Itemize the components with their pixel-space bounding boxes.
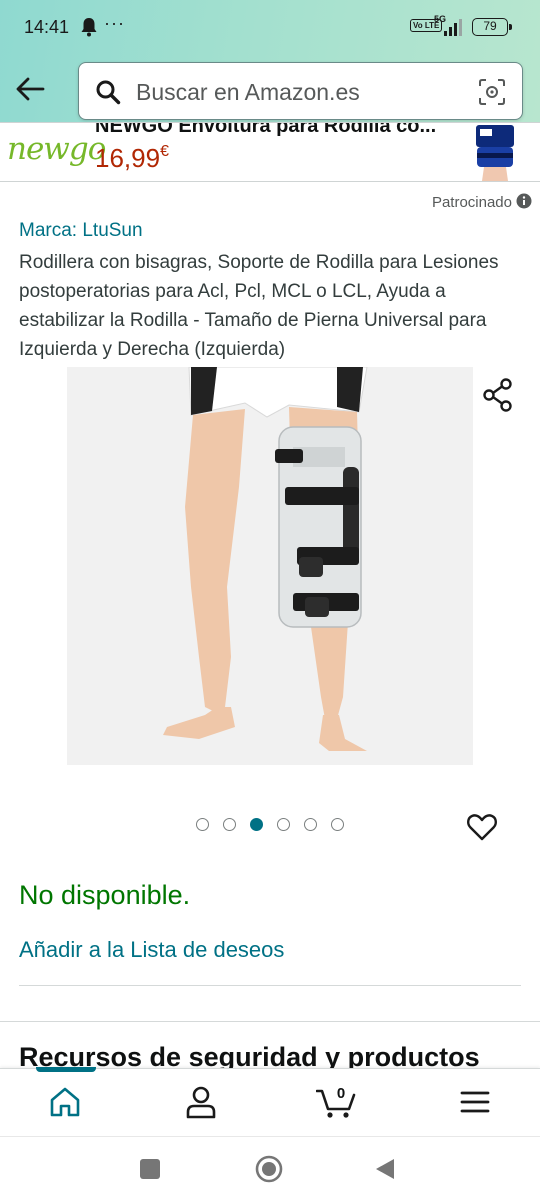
sponsored-label[interactable]: Patrocinado <box>432 193 532 211</box>
banner-product-thumbnail <box>476 125 514 181</box>
banner-price-value: 16,99 <box>95 143 161 173</box>
battery-icon: 79 <box>472 18 512 36</box>
product-title: Rodillera con bisagras, Soporte de Rodil… <box>19 252 499 360</box>
sponsored-product-banner[interactable]: newgo NEWGO Envoltura para Rodilla co...… <box>0 122 540 182</box>
product-image[interactable] <box>67 367 473 765</box>
home-icon[interactable] <box>48 1085 82 1119</box>
carousel-dot[interactable] <box>277 818 290 831</box>
active-tab-indicator <box>36 1067 96 1072</box>
heart-icon[interactable] <box>466 811 498 843</box>
banner-product-title: NEWGO Envoltura para Rodilla co... <box>95 122 437 137</box>
status-bar: 14:41 ··· Vo LTE 5G 79 <box>0 0 540 54</box>
system-navigation-bar <box>0 1136 540 1200</box>
share-icon[interactable] <box>482 378 514 412</box>
account-icon[interactable] <box>184 1085 218 1119</box>
cart-count-badge: 0 <box>336 1085 346 1102</box>
brand-link[interactable]: Marca: LtuSun <box>19 220 143 242</box>
system-back-button[interactable] <box>374 1157 396 1181</box>
carousel-dot[interactable] <box>331 818 344 831</box>
brand-logo: newgo <box>7 131 106 167</box>
banner-currency: € <box>160 143 169 160</box>
network-type: 5G <box>434 14 447 24</box>
status-time: 14:41 <box>24 17 70 37</box>
knee-brace-photo <box>67 367 473 765</box>
back-arrow-icon[interactable] <box>14 74 46 104</box>
info-icon <box>516 193 532 209</box>
divider <box>19 985 521 986</box>
recents-button[interactable] <box>140 1159 160 1179</box>
system-home-button[interactable] <box>255 1155 283 1183</box>
image-carousel-dots[interactable] <box>196 818 344 831</box>
carousel-dot[interactable] <box>196 818 209 831</box>
divider <box>0 1021 540 1022</box>
menu-icon[interactable] <box>458 1085 492 1119</box>
availability-status: No disponible. <box>19 880 191 910</box>
search-icon <box>96 80 121 105</box>
camera-lens-icon[interactable] <box>478 78 506 106</box>
carousel-dot[interactable] <box>304 818 317 831</box>
carousel-dot-active[interactable] <box>250 818 263 831</box>
search-input[interactable]: Buscar en Amazon.es <box>78 62 523 120</box>
notification-bell-icon <box>81 18 97 37</box>
add-to-wishlist-link[interactable]: Añadir a la Lista de deseos <box>19 937 284 963</box>
status-more-dots: ··· <box>104 13 125 33</box>
banner-price: 16,99€ <box>95 143 169 174</box>
bottom-navigation <box>0 1067 540 1136</box>
carousel-dot[interactable] <box>223 818 236 831</box>
sponsored-text: Patrocinado <box>431 194 512 211</box>
search-placeholder: Buscar en Amazon.es <box>136 79 360 105</box>
